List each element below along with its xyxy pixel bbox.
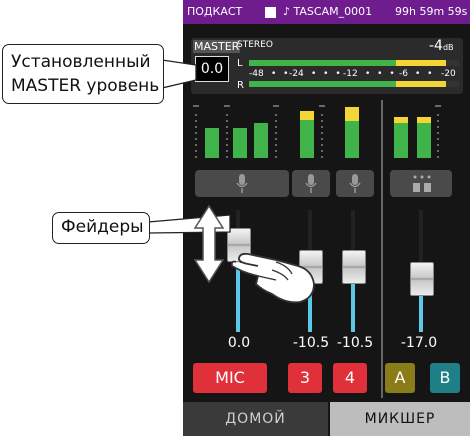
drag-arrow-icon [193, 204, 225, 284]
callout-faders-text: Фейдеры [61, 217, 144, 237]
callout-master-level: Установленный MASTER уровень [2, 44, 164, 104]
callout-faders: Фейдеры [52, 212, 150, 244]
hand-pointer-icon [230, 252, 315, 304]
callout-master-text: Установленный MASTER уровень [11, 52, 160, 96]
